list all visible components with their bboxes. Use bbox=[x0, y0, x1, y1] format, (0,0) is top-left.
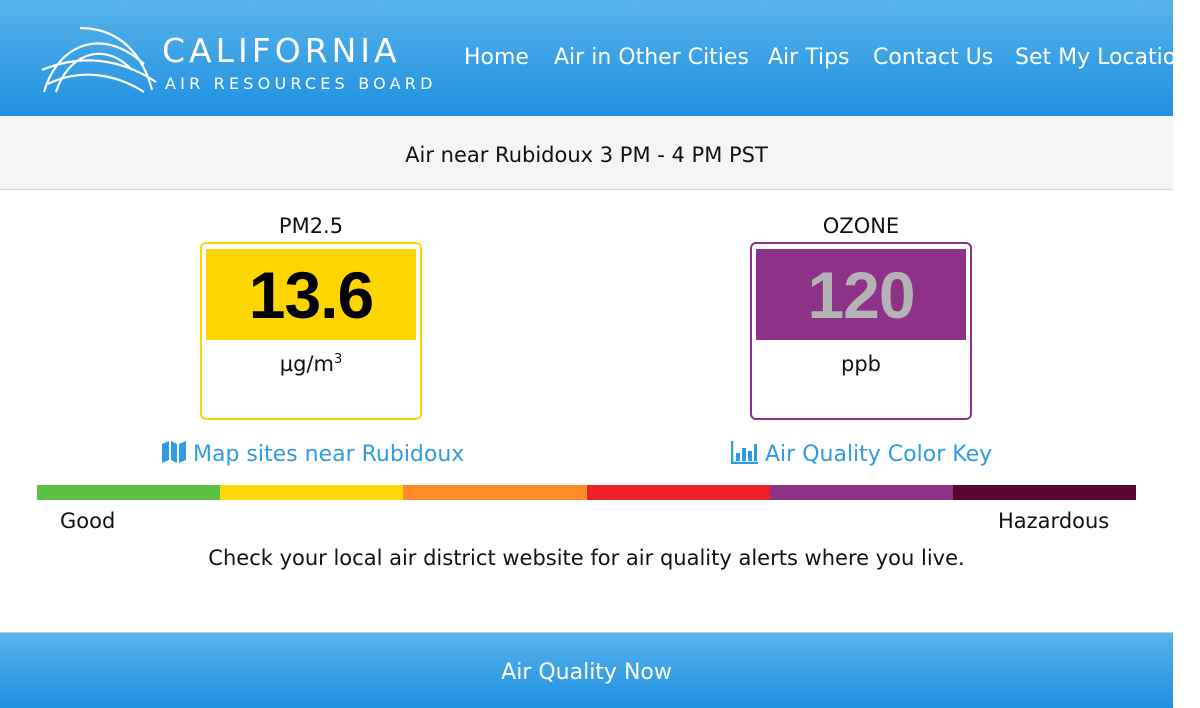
pm25-card: 13.6 µg/m3 bbox=[200, 242, 422, 420]
pm25-value: 13.6 bbox=[206, 249, 416, 340]
footer-title: Air Quality Now bbox=[501, 660, 672, 685]
scale-segment-5 bbox=[769, 485, 953, 500]
nav-set-my-location[interactable]: Set My Location bbox=[1015, 47, 1173, 69]
logo-subtitle: AIR RESOURCES BOARD bbox=[165, 74, 437, 93]
scale-segment-4 bbox=[586, 485, 770, 500]
pm25-unit-base: µg/m bbox=[279, 352, 334, 376]
arch-logo-icon bbox=[41, 26, 157, 93]
logo-title: CALIFORNIA bbox=[162, 31, 401, 70]
nav-air-in-other-cities[interactable]: Air in Other Cities bbox=[554, 47, 749, 69]
bar-chart-icon bbox=[730, 441, 758, 465]
scale-segment-6 bbox=[952, 485, 1137, 500]
aqi-color-scale bbox=[37, 485, 1137, 500]
ozone-card: 120 ppb bbox=[750, 242, 972, 420]
scale-hazardous-label: Hazardous bbox=[998, 509, 1110, 533]
color-key-link[interactable]: Air Quality Color Key bbox=[730, 440, 993, 467]
ozone-label: OZONE bbox=[822, 214, 900, 238]
map-sites-link[interactable]: Map sites near Rubidoux bbox=[161, 440, 464, 467]
nav-home[interactable]: Home bbox=[464, 47, 529, 69]
scale-good-label: Good bbox=[60, 509, 116, 533]
site-header: CALIFORNIA AIR RESOURCES BOARD Home Air … bbox=[0, 0, 1173, 116]
scale-segment-2 bbox=[220, 485, 404, 500]
air-district-notice: Check your local air district website fo… bbox=[208, 546, 965, 570]
footer-bar[interactable]: Air Quality Now bbox=[0, 632, 1173, 708]
page-gutter bbox=[1173, 0, 1200, 707]
location-bar: Air near Rubidoux 3 PM - 4 PM PST bbox=[0, 116, 1173, 190]
location-time-title: Air near Rubidoux 3 PM - 4 PM PST bbox=[405, 143, 768, 167]
pm25-unit-exponent: 3 bbox=[333, 352, 343, 367]
ozone-unit: ppb bbox=[841, 352, 881, 376]
color-key-label: Air Quality Color Key bbox=[765, 442, 993, 467]
pm25-label: PM2.5 bbox=[278, 214, 344, 238]
pm25-unit: µg/m3 bbox=[202, 352, 420, 376]
scale-segment-1 bbox=[37, 485, 221, 500]
map-sites-label: Map sites near Rubidoux bbox=[193, 442, 465, 467]
nav-contact-us[interactable]: Contact Us bbox=[873, 47, 993, 69]
nav-air-tips[interactable]: Air Tips bbox=[768, 47, 850, 69]
carb-logo[interactable]: CALIFORNIA AIR RESOURCES BOARD bbox=[40, 24, 440, 96]
scale-segment-3 bbox=[403, 485, 587, 500]
ozone-value: 120 bbox=[756, 249, 966, 340]
map-icon bbox=[162, 441, 186, 463]
